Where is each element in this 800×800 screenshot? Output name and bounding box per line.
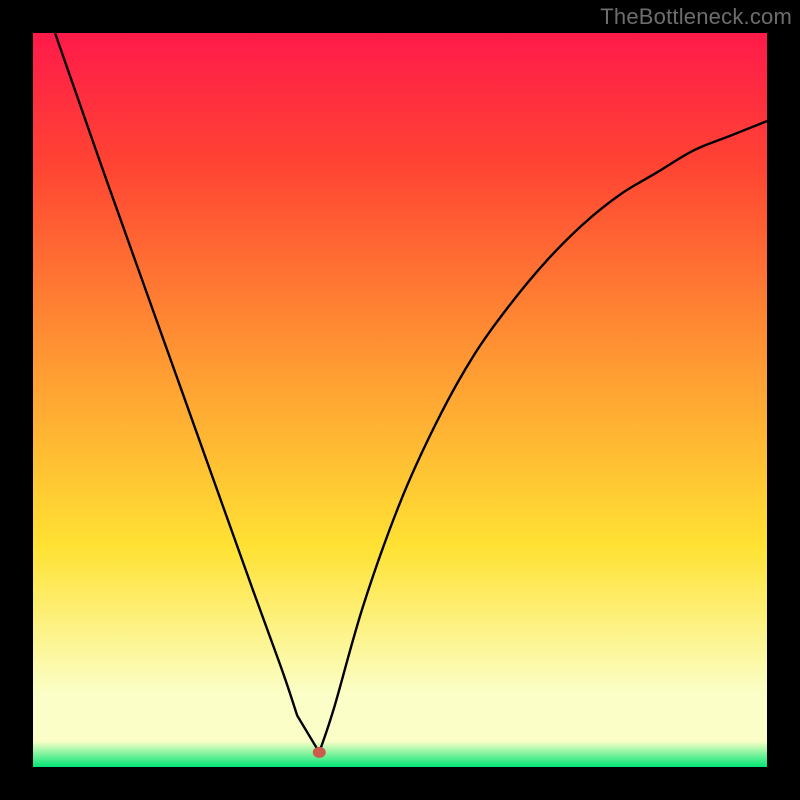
- gradient-background: [33, 33, 767, 767]
- attribution-text: TheBottleneck.com: [600, 4, 792, 30]
- chart-svg: [33, 33, 767, 767]
- chart-frame: TheBottleneck.com: [0, 0, 800, 800]
- optimum-marker: [313, 747, 326, 758]
- plot-area: [33, 33, 767, 767]
